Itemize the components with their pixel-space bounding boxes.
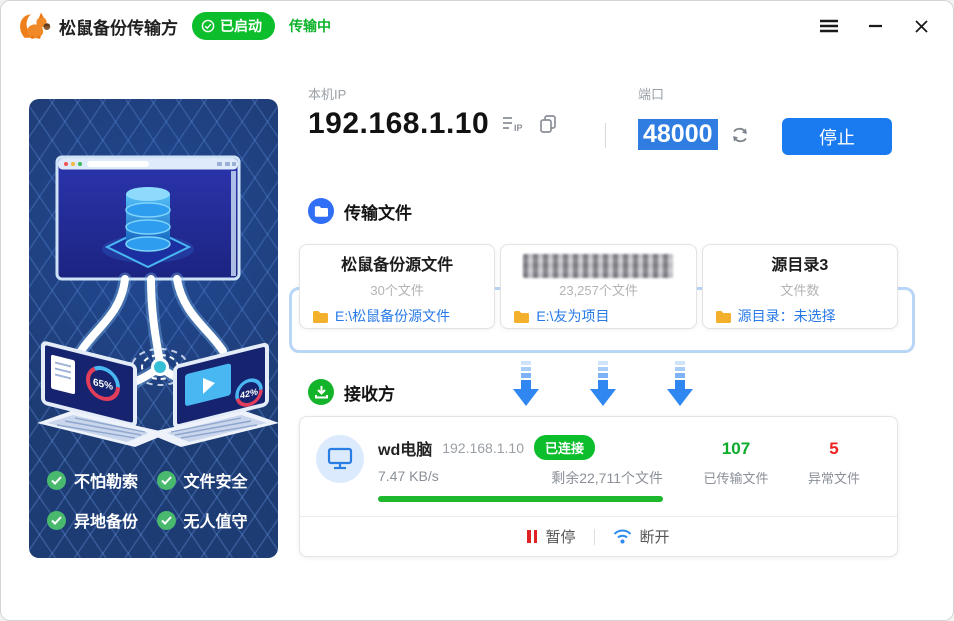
receiver-card: wd电脑 192.168.1.10 已连接 7.47 KB/s 剩余22,711… xyxy=(299,416,898,557)
divider xyxy=(593,528,595,545)
squirrel-logo xyxy=(20,12,51,39)
transfer-arrow-icon xyxy=(513,361,539,406)
receiver-card-footer: 暂停 断开 xyxy=(300,516,897,556)
transfer-status-text: 传输中 xyxy=(289,18,331,34)
pause-icon xyxy=(527,530,538,543)
divider xyxy=(605,123,606,148)
censored-source-name xyxy=(523,254,674,278)
source-path-link[interactable]: E:\松鼠备份源文件 xyxy=(300,306,494,326)
titlebar: 松鼠备份传输方 已启动 传输中 xyxy=(1,1,953,51)
source-name: 源目录3 xyxy=(771,257,829,274)
transferred-label: 已传输文件 xyxy=(703,471,769,486)
source-cards: 松鼠备份源文件 30个文件 E:\松鼠备份源文件 23,257个文件 E:\友为… xyxy=(299,244,898,329)
transfer-section-title: 传输文件 xyxy=(344,203,412,223)
check-icon xyxy=(47,510,66,530)
local-ip-value: 192.168.1.10 xyxy=(308,107,490,140)
source-count: 30个文件 xyxy=(370,283,424,298)
error-label: 异常文件 xyxy=(807,471,860,486)
minimize-icon[interactable] xyxy=(865,16,885,36)
check-circle-icon xyxy=(201,19,215,33)
monitor-icon xyxy=(327,447,353,470)
copy-icon[interactable] xyxy=(539,114,557,134)
error-count: 5 xyxy=(829,439,839,458)
receiver-card-body: wd电脑 192.168.1.10 已连接 7.47 KB/s 剩余22,711… xyxy=(300,417,897,516)
svg-text:IP: IP xyxy=(514,123,523,133)
pause-button[interactable]: 暂停 xyxy=(527,526,576,547)
folder-icon xyxy=(313,310,328,323)
source-card-3[interactable]: 源目录3 文件数 源目录：未选择 xyxy=(701,244,898,329)
local-ip-label: 本机IP xyxy=(308,87,347,102)
left-laptop: 65% xyxy=(37,341,169,447)
transferred-count: 107 xyxy=(721,439,751,458)
ip-list-icon[interactable]: IP xyxy=(502,115,526,133)
transfer-arrow-icon xyxy=(667,361,693,406)
receiver-section-header: 接收方 xyxy=(308,379,395,405)
check-icon xyxy=(156,470,176,490)
feature-list: 不怕勒索 文件安全 异地备份 无人值守 xyxy=(47,468,266,532)
transfer-progress-bar xyxy=(378,496,663,502)
wifi-icon xyxy=(613,529,631,544)
source-card-1[interactable]: 松鼠备份源文件 30个文件 E:\松鼠备份源文件 xyxy=(299,244,496,329)
source-card-2[interactable]: 23,257个文件 E:\友为项目 xyxy=(500,244,697,329)
remaining-files: 剩余22,711个文件 xyxy=(551,470,663,486)
folder-circle-icon xyxy=(308,198,334,224)
feature-item: 不怕勒索 xyxy=(47,468,157,492)
promo-panel: 65% 42% 不怕勒索 文件安全 异地备份 无人值守 xyxy=(29,99,278,558)
folder-icon xyxy=(715,310,731,323)
port-label: 端口 xyxy=(638,87,665,102)
folder-icon xyxy=(514,310,530,323)
download-circle-icon xyxy=(308,379,334,405)
source-count: 文件数 xyxy=(780,283,820,298)
connected-badge: 已连接 xyxy=(533,435,595,460)
right-laptop: 42% xyxy=(147,342,278,447)
refresh-icon[interactable] xyxy=(730,125,750,145)
status-badge-label: 已启动 xyxy=(220,18,262,34)
source-count: 23,257个文件 xyxy=(559,283,638,298)
menu-icon[interactable] xyxy=(819,16,839,36)
receiver-stats: 107 已传输文件 5 异常文件 xyxy=(687,435,883,487)
transfer-arrow-icon xyxy=(590,361,616,406)
disconnect-button[interactable]: 断开 xyxy=(613,526,670,547)
close-icon[interactable] xyxy=(911,16,931,36)
window-controls xyxy=(819,16,939,36)
check-icon xyxy=(156,510,176,530)
feature-item: 无人值守 xyxy=(156,508,267,532)
receiver-info: wd电脑 192.168.1.10 已连接 7.47 KB/s 剩余22,711… xyxy=(378,435,663,502)
device-name: wd电脑 xyxy=(378,441,433,459)
status-badge: 已启动 xyxy=(192,12,275,40)
feature-item: 文件安全 xyxy=(156,468,267,492)
backup-illustration: 65% 42% xyxy=(37,155,278,447)
app-title: 松鼠备份传输方 xyxy=(59,18,178,38)
stop-button[interactable]: 停止 xyxy=(782,118,892,155)
app-window: 松鼠备份传输方 已启动 传输中 65% 42% 不怕勒索 文件安全 异地备份 无… xyxy=(0,0,954,621)
receiver-section-title: 接收方 xyxy=(344,384,395,404)
device-avatar xyxy=(316,435,364,483)
device-ip: 192.168.1.10 xyxy=(442,439,524,456)
source-name: 松鼠备份源文件 xyxy=(341,257,454,274)
source-path-link[interactable]: E:\友为项目 xyxy=(501,306,695,326)
port-input[interactable]: 48000 xyxy=(638,119,718,150)
transfer-section-header: 传输文件 xyxy=(308,198,412,224)
transfer-speed: 7.47 KB/s xyxy=(378,468,439,484)
check-icon xyxy=(47,470,66,490)
feature-item: 异地备份 xyxy=(47,508,157,532)
source-path-link[interactable]: 源目录：未选择 xyxy=(703,306,897,326)
